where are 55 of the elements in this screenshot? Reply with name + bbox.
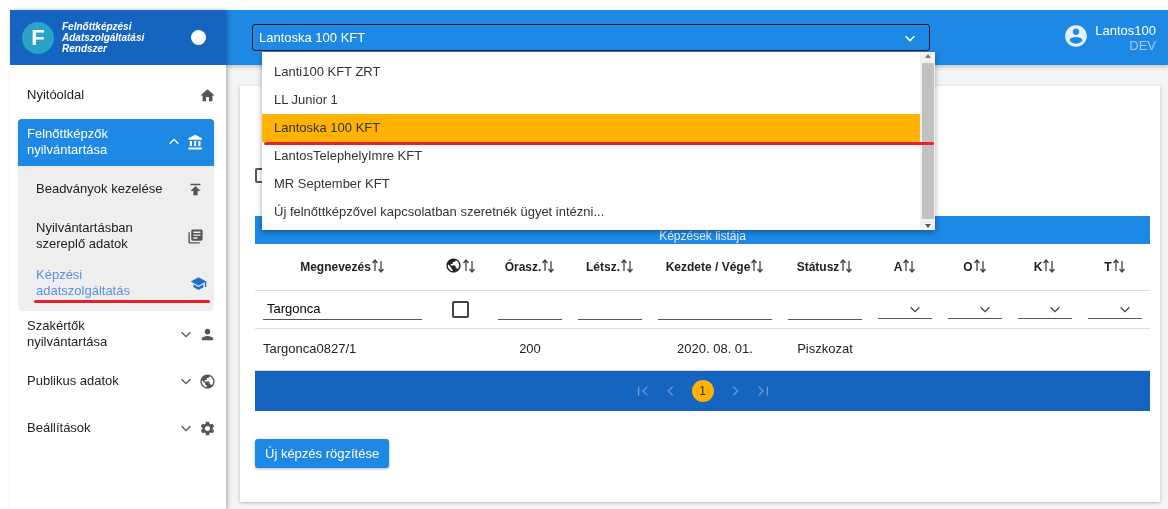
new-training-button[interactable]: Új képzés rögzítése — [255, 438, 390, 468]
sidebar-subitem[interactable]: Beadványok kezelése — [18, 165, 214, 213]
sort-icon[interactable] — [1042, 258, 1057, 273]
scrollbar[interactable] — [920, 52, 935, 230]
column-header[interactable]: Létsz. — [586, 259, 620, 274]
sort-icon[interactable] — [541, 258, 556, 273]
sidebar-subitem[interactable]: Nyilvántartásban szereplő adatok — [18, 212, 214, 260]
logo-icon: F — [22, 21, 54, 54]
sort-icon[interactable] — [839, 258, 854, 273]
organization-select[interactable]: Lantoska 100 KFT — [252, 24, 930, 51]
environment-label: DEV — [1128, 38, 1156, 53]
dropdown-option[interactable]: Lanti100 KFT ZRT — [262, 58, 920, 86]
document-list-icon — [187, 227, 204, 245]
sidebar-item[interactable]: Szakértők nyilvántartása — [10, 310, 226, 358]
table-cell: 200 — [519, 341, 541, 357]
dropdown-option[interactable]: LL Junior 1 — [262, 86, 920, 114]
sort-icon[interactable] — [1111, 258, 1126, 273]
home-icon — [199, 86, 216, 104]
column-header[interactable]: T — [1104, 259, 1112, 274]
sort-icon[interactable] — [620, 258, 634, 273]
filter-field[interactable]: Targonca — [263, 298, 422, 320]
column-header[interactable]: A — [893, 259, 903, 274]
sidebar-item[interactable]: Publikus adatok — [10, 357, 226, 405]
column-header[interactable]: Órasz. — [504, 259, 542, 274]
dropdown-option[interactable]: MR September KFT — [262, 170, 920, 198]
sort-icon[interactable] — [461, 259, 476, 274]
sort-icon[interactable] — [370, 258, 385, 273]
table-cell: Targonca0827/1 — [263, 341, 357, 357]
globe-icon — [199, 372, 216, 390]
scroll-down-icon[interactable] — [923, 222, 932, 230]
sidebar-item[interactable]: Beállítások — [10, 404, 226, 452]
checkbox[interactable] — [451, 301, 469, 319]
dropdown-option[interactable]: LantosTelephelyImre KFT — [262, 142, 920, 170]
column-header[interactable]: O — [963, 259, 973, 274]
app-title: Felnőttképzési Adatszolgáltatási Rendszer — [62, 21, 145, 54]
graduation-cap-icon — [189, 274, 207, 292]
sort-icon[interactable] — [972, 258, 987, 273]
sort-icon[interactable] — [750, 258, 765, 273]
sidebar-item[interactable]: Nyitóoldal — [10, 71, 226, 119]
column-header[interactable]: K — [1033, 259, 1043, 274]
bank-icon — [187, 133, 204, 151]
table-cell: Piszkozat — [797, 341, 853, 357]
column-header[interactable]: Megnevezés — [300, 259, 371, 274]
sidebar-item[interactable]: Felnőttképzők nyilvántartása — [18, 118, 214, 166]
column-header[interactable]: Kezdete / Vége — [665, 259, 751, 274]
scroll-up-icon[interactable] — [923, 52, 932, 60]
toggle-icon[interactable] — [191, 30, 206, 45]
page-button[interactable]: 1 — [691, 379, 714, 402]
sort-icon[interactable] — [902, 258, 917, 273]
table-cell: 2020. 08. 01. — [677, 341, 753, 357]
user-icon[interactable] — [1063, 22, 1090, 49]
user-name: Lantos100 — [1095, 22, 1156, 39]
settings-icon — [199, 419, 216, 437]
globe-icon[interactable] — [444, 257, 462, 275]
column-header[interactable]: Státusz — [796, 259, 840, 274]
